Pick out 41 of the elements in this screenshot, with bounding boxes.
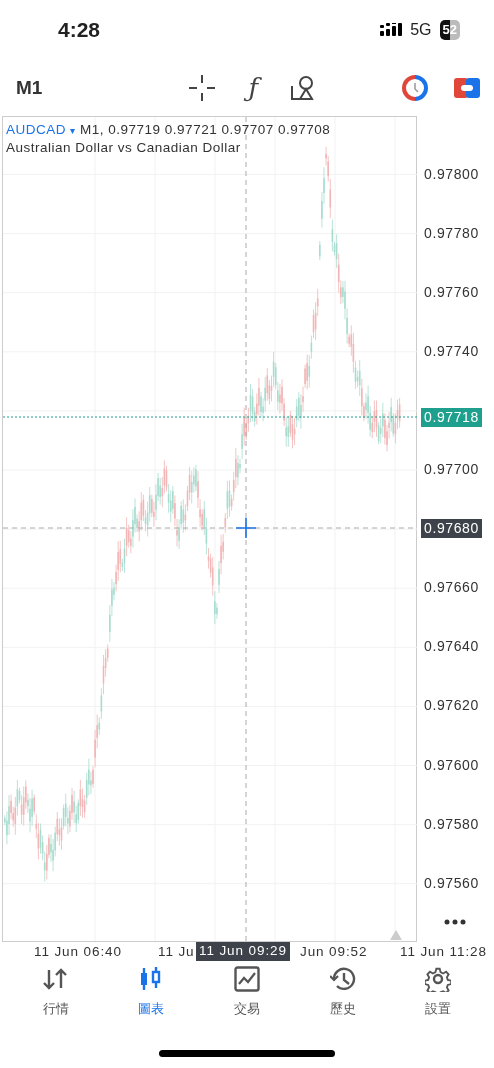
clock-icon[interactable] (402, 75, 428, 101)
tab[interactable]: 行情 (8, 966, 104, 1032)
settings-icon (425, 966, 452, 992)
tab[interactable]: 歷史 (294, 966, 391, 1032)
history-icon (329, 966, 356, 992)
network-label: 5G (410, 20, 432, 40)
toggle-icon[interactable] (454, 78, 480, 98)
price-label: 0.97660 (424, 580, 479, 595)
symbol-description: Australian Dollar vs Canadian Dollar (6, 141, 241, 155)
time-label: Jun 09:52 (300, 945, 368, 959)
time-label: 11 Ju (158, 945, 195, 959)
crosshair-icon[interactable] (189, 75, 216, 101)
symbol-caret[interactable]: ▾ (70, 125, 76, 136)
price-label: 0.97760 (424, 284, 479, 299)
trend-icon (234, 966, 260, 992)
current-price-tag: 0.97718 (421, 408, 482, 428)
price-label: 0.97800 (424, 166, 479, 181)
time-label: 11 Jun 06:40 (34, 945, 122, 959)
ohlc-values: M1, 0.97719 0.97721 0.97707 0.97708 (80, 122, 331, 137)
symbol-link[interactable]: AUDCAD (6, 122, 66, 137)
price-label: 0.97620 (424, 698, 479, 713)
crosshair-time-tag: 11 Jun 09:29 (196, 942, 290, 961)
price-label: 0.97580 (424, 816, 479, 831)
crosshair-price-tag: 0.97680 (421, 519, 482, 539)
time-label: 11 Jun 11:28 (400, 945, 487, 959)
more-icon[interactable] (444, 919, 466, 925)
price-label: 0.97560 (424, 875, 479, 890)
price-label: 0.97740 (424, 343, 479, 358)
price-label: 0.97600 (424, 757, 479, 772)
price-label: 0.97640 (424, 639, 479, 654)
price-label: 0.97700 (424, 462, 479, 476)
tab[interactable]: 設置 (390, 966, 486, 1032)
tab[interactable]: 交易 (199, 966, 295, 1032)
price-label: 0.97780 (424, 225, 479, 240)
clock-time: 4:28 (58, 17, 101, 44)
markets-icon (42, 966, 69, 992)
indicators-button[interactable]: ƒ (243, 69, 264, 107)
battery-level: 52 (439, 20, 460, 40)
shapes-icon[interactable] (291, 76, 316, 100)
tab[interactable]: 圖表 (103, 966, 200, 1032)
timeframe-button[interactable]: M1 (16, 73, 43, 103)
